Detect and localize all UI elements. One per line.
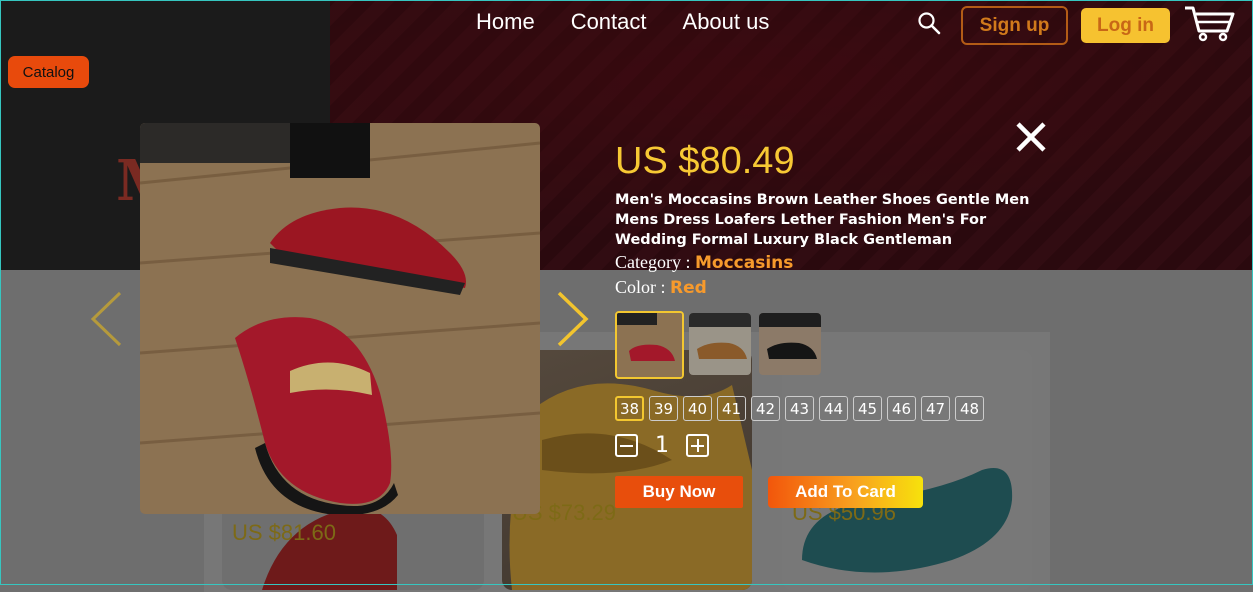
signup-button[interactable]: Sign up [961,6,1068,45]
size-option[interactable]: 44 [819,396,848,421]
catalog-button[interactable]: Catalog [8,56,89,88]
nav-about-link[interactable]: About us [683,9,770,35]
modal-product-title: Men's Moccasins Brown Leather Shoes Gent… [615,192,1030,248]
color-value: Red [670,278,707,298]
size-option[interactable]: 43 [785,396,814,421]
size-option[interactable]: 42 [751,396,780,421]
size-selector: 38 39 40 41 42 43 44 45 46 47 48 [615,396,984,421]
variant-thumb-brown[interactable] [689,313,751,375]
nav-home-link[interactable]: Home [476,9,535,35]
carousel-prev-icon[interactable] [88,290,124,348]
quantity-value: 1 [655,433,669,458]
nav-contact-link[interactable]: Contact [571,9,647,35]
size-option[interactable]: 40 [683,396,712,421]
modal-next-icon[interactable] [555,290,591,348]
search-icon[interactable] [917,11,941,35]
variant-thumb-red[interactable] [615,311,684,379]
quantity-stepper: 1 [615,433,709,458]
category-value[interactable]: Moccasins [695,253,793,273]
add-to-cart-button[interactable]: Add To Card [768,476,923,508]
size-option[interactable]: 41 [717,396,746,421]
size-option[interactable]: 47 [921,396,950,421]
color-label: Color : [615,277,666,297]
login-button[interactable]: Log in [1081,8,1170,43]
size-option-selected[interactable]: 38 [615,396,644,421]
category-row: Category : Moccasins [615,252,793,273]
color-row: Color : Red [615,277,707,298]
variant-thumb-black[interactable] [759,313,821,375]
cart-icon[interactable] [1183,4,1235,42]
size-option[interactable]: 45 [853,396,882,421]
shoe-image [802,468,1013,573]
size-option[interactable]: 39 [649,396,678,421]
size-option[interactable]: 46 [887,396,916,421]
modal-price: US $80.49 [615,140,795,182]
quantity-plus-button[interactable] [686,434,709,457]
buy-now-button[interactable]: Buy Now [615,476,743,508]
product-card[interactable]: US $50.96 [782,350,1032,590]
product-main-image [140,123,540,514]
category-label: Category : [615,252,691,272]
product-price: US $81.60 [232,520,336,545]
quantity-minus-button[interactable] [615,434,638,457]
main-nav: Home Contact About us [476,9,769,35]
size-option[interactable]: 48 [955,396,984,421]
close-icon[interactable] [1014,120,1048,154]
